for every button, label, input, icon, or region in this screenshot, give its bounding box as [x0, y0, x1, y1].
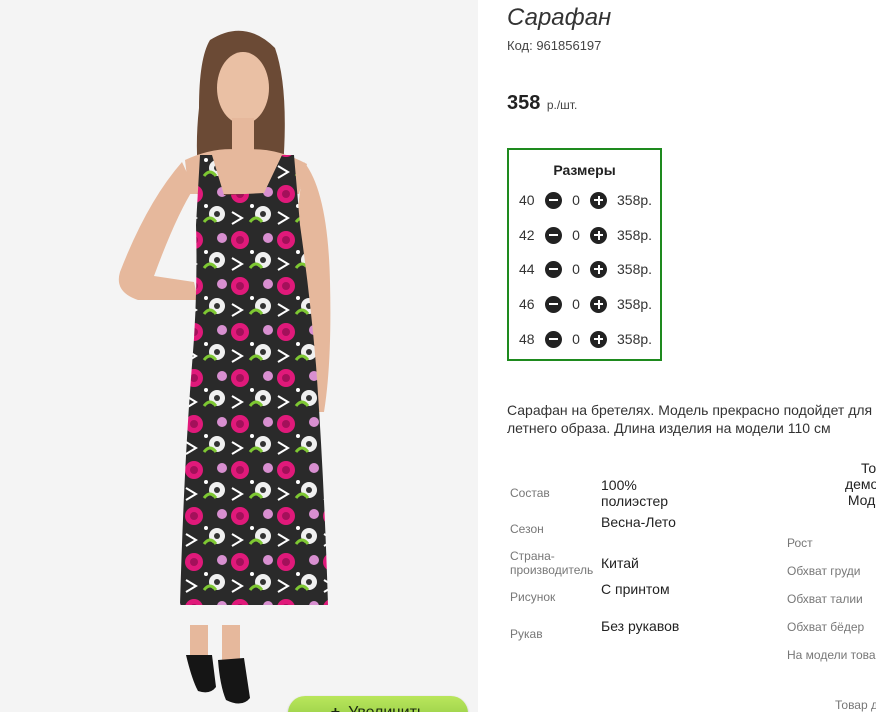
model-info-heading: Товар демонстри Модель N — [800, 460, 876, 508]
property-value: Весна-Лето — [601, 514, 676, 530]
measurement-label: Обхват груди — [787, 564, 861, 578]
model-footer-text: Товар д — [835, 698, 876, 712]
measurement-label: Обхват бёдер — [787, 620, 865, 634]
quantity-value: 0 — [572, 192, 580, 208]
quantity-value: 0 — [572, 296, 580, 312]
minus-icon[interactable] — [545, 260, 562, 278]
size-row: 44 0 358р. — [519, 259, 652, 279]
model-wearing-dress-image — [118, 30, 331, 704]
size-price: 358р. — [617, 227, 653, 243]
measurement-label: Рост — [787, 536, 813, 550]
minus-icon[interactable] — [545, 226, 562, 244]
size-price: 358р. — [617, 296, 653, 312]
size-price: 358р. — [617, 331, 653, 347]
product-title: Сарафан — [507, 4, 612, 31]
sizes-panel: Размеры 40 0 358р. 42 0 358р. 44 0 358р.… — [507, 148, 662, 361]
product-price: 358 р./шт. — [507, 92, 577, 115]
price-unit: р./шт. — [546, 98, 578, 112]
measurement-label: На модели това — [787, 648, 876, 662]
size-price: 358р. — [617, 261, 653, 277]
size-label: 48 — [519, 331, 535, 347]
size-label: 46 — [519, 296, 535, 312]
plus-icon[interactable] — [590, 191, 607, 209]
plus-icon[interactable] — [590, 330, 607, 348]
product-description: Сарафан на бретелях. Модель прекрасно по… — [507, 401, 876, 437]
model-heading-line: Модель N — [847, 492, 876, 508]
size-row: 42 0 358р. — [519, 225, 652, 245]
size-row: 46 0 358р. — [519, 294, 652, 314]
property-label: Рукав — [510, 627, 543, 641]
description-line: летнего образа. Длина изделия на модели … — [507, 420, 831, 436]
property-value: Китай — [601, 555, 639, 571]
property-label: Сезон — [510, 522, 544, 536]
plus-icon[interactable] — [590, 260, 607, 278]
product-photo[interactable]: + Увеличить — [0, 0, 478, 712]
description-line: Сарафан на бретелях. Модель прекрасно по… — [507, 402, 873, 418]
size-price: 358р. — [617, 192, 653, 208]
product-code: Код: 961856197 — [507, 38, 602, 53]
model-heading-line: демонстри — [844, 476, 876, 492]
size-label: 44 — [519, 261, 535, 277]
zoom-button-label: Увеличить — [348, 704, 425, 712]
quantity-value: 0 — [572, 227, 580, 243]
property-label: Рисунок — [510, 590, 556, 604]
property-value: Без рукавов — [601, 618, 680, 634]
size-row: 48 0 358р. — [519, 329, 652, 349]
property-value: 100% полиэстер — [601, 477, 669, 509]
plus-icon[interactable] — [590, 295, 607, 313]
minus-icon[interactable] — [545, 330, 562, 348]
measurement-label: Обхват талии — [787, 592, 863, 606]
size-row: 40 0 358р. — [519, 190, 652, 210]
zoom-button[interactable]: + Увеличить — [288, 696, 468, 712]
size-label: 40 — [519, 192, 535, 208]
minus-icon[interactable] — [545, 295, 562, 313]
sizes-title: Размеры — [553, 162, 616, 178]
quantity-value: 0 — [572, 331, 580, 347]
plus-icon: + — [331, 704, 340, 712]
quantity-value: 0 — [572, 261, 580, 277]
minus-icon[interactable] — [545, 191, 562, 209]
property-label: Страна-производитель — [510, 549, 594, 577]
property-label: Состав — [510, 486, 550, 500]
price-value: 358 — [507, 92, 541, 114]
model-heading-line: Товар — [860, 460, 876, 476]
size-label: 42 — [519, 227, 535, 243]
plus-icon[interactable] — [590, 226, 607, 244]
property-value: С принтом — [601, 581, 670, 597]
